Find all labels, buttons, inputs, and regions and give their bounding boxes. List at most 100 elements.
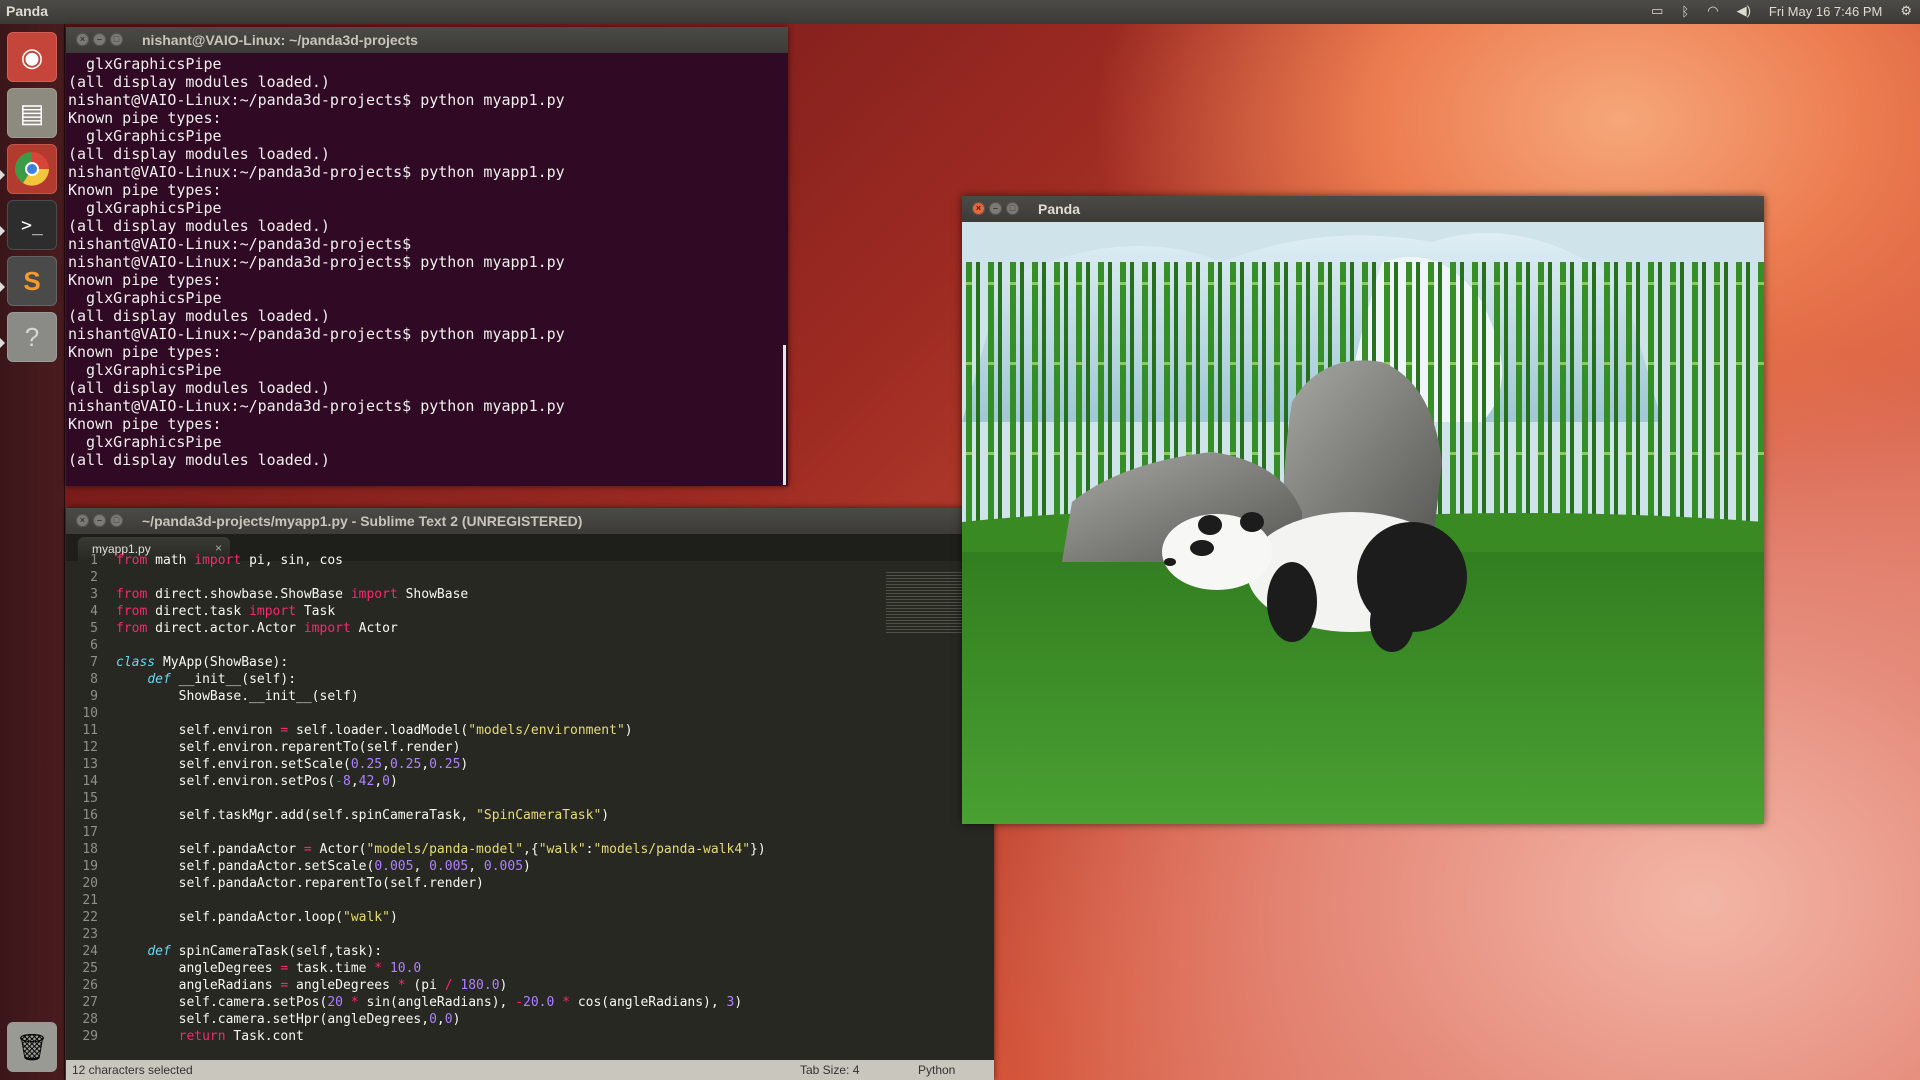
line-number: 15	[82, 791, 98, 806]
terminal-line: nishant@VAIO-Linux:~/panda3d-projects$	[68, 235, 412, 253]
code-text: def spinCameraTask(self,task):	[147, 944, 383, 959]
syntax-indicator[interactable]: Python	[918, 1063, 955, 1077]
code-text: self.camera.setHpr(angleDegrees,0,0)	[178, 1012, 461, 1027]
line-number: 1	[90, 553, 98, 568]
indicator-area: ▭ ᛒ ◠ ◀) Fri May 16 7:46 PM ⚙	[1651, 3, 1912, 19]
code-line: 14 self.environ.setPos(-8,42,0)	[66, 773, 994, 790]
terminal-line: (all display modules loaded.)	[68, 307, 330, 325]
code-line: 1 from math import pi, sin, cos	[66, 552, 994, 569]
code-line: 22 self.pandaActor.loop("walk")	[66, 909, 994, 926]
clock[interactable]: Fri May 16 7:46 PM	[1769, 4, 1882, 19]
selection-status: 12 characters selected	[72, 1063, 193, 1077]
code-text: self.environ.setScale(0.25,0.25,0.25)	[178, 757, 469, 772]
code-text: from direct.actor.Actor import Actor	[116, 621, 398, 636]
code-line: 6	[66, 637, 994, 654]
sublime-window[interactable]: × – □ ~/panda3d-projects/myapp1.py - Sub…	[66, 508, 994, 1080]
terminal-line: (all display modules loaded.)	[68, 379, 330, 397]
terminal-icon[interactable]: >_	[7, 200, 57, 250]
tab-size-indicator[interactable]: Tab Size: 4	[800, 1063, 859, 1077]
code-text: self.pandaActor.reparentTo(self.render)	[178, 876, 484, 891]
dash-home-icon[interactable]: ◉	[7, 32, 57, 82]
chrome-logo	[15, 152, 49, 186]
running-indicator	[0, 338, 5, 348]
close-icon[interactable]: ×	[76, 33, 89, 46]
code-text: angleRadians = angleDegrees * (pi / 180.…	[116, 978, 508, 993]
code-line: 23	[66, 926, 994, 943]
maximize-icon[interactable]: □	[110, 514, 123, 527]
maximize-icon[interactable]: □	[1006, 202, 1019, 215]
code-editor[interactable]: 1 from math import pi, sin, cos 2 3 from dir…	[66, 552, 994, 1060]
code-line: 15	[66, 790, 994, 807]
code-text: self.pandaActor.setScale(0.005, 0.005, 0…	[178, 859, 531, 874]
terminal-line: nishant@VAIO-Linux:~/panda3d-projects$ p…	[68, 91, 565, 109]
code-line: 29 return Task.cont	[66, 1028, 994, 1045]
minimize-icon[interactable]: –	[989, 202, 1002, 215]
minimize-icon[interactable]: –	[93, 514, 106, 527]
minimize-icon[interactable]: –	[93, 33, 106, 46]
code-text: self.pandaActor = Actor("models/panda-mo…	[178, 842, 766, 857]
wifi-icon[interactable]: ◠	[1707, 3, 1718, 19]
code-line: 11 self.environ = self.loader.loadModel(…	[66, 722, 994, 739]
close-icon[interactable]: ×	[76, 514, 89, 527]
line-number: 24	[82, 944, 98, 959]
sublime-title: ~/panda3d-projects/myapp1.py - Sublime T…	[142, 513, 583, 529]
terminal-line: nishant@VAIO-Linux:~/panda3d-projects$ p…	[68, 163, 565, 181]
terminal-line: nishant@VAIO-Linux:~/panda3d-projects$ p…	[68, 325, 565, 343]
terminal-line: nishant@VAIO-Linux:~/panda3d-projects$ p…	[68, 397, 565, 415]
sublime-titlebar[interactable]: × – □ ~/panda3d-projects/myapp1.py - Sub…	[66, 508, 994, 534]
line-number: 17	[82, 825, 98, 840]
code-line: 10	[66, 705, 994, 722]
trash-icon[interactable]: 🗑	[7, 1022, 57, 1072]
code-line: 17	[66, 824, 994, 841]
line-number: 8	[90, 672, 98, 687]
minimap[interactable]	[886, 570, 964, 634]
line-number: 22	[82, 910, 98, 925]
panda-window[interactable]: × – □ Panda	[962, 196, 1764, 824]
terminal-scrollbar[interactable]	[783, 345, 786, 485]
line-number: 16	[82, 808, 98, 823]
code-text: ShowBase.__init__(self)	[116, 689, 359, 704]
sublime-text-icon[interactable]: S	[7, 256, 57, 306]
terminal-titlebar[interactable]: × – □ nishant@VAIO-Linux: ~/panda3d-proj…	[66, 27, 788, 53]
maximize-icon[interactable]: □	[110, 33, 123, 46]
terminal-line: (all display modules loaded.)	[68, 451, 330, 469]
line-number: 5	[90, 621, 98, 636]
terminal-line: Known pipe types:	[68, 181, 222, 199]
code-line: 25 angleDegrees = task.time * 10.0	[66, 960, 994, 977]
code-line: 7 class MyApp(ShowBase):	[66, 654, 994, 671]
terminal-window[interactable]: × – □ nishant@VAIO-Linux: ~/panda3d-proj…	[66, 27, 788, 486]
line-number: 9	[90, 689, 98, 704]
code-text: angleDegrees = task.time * 10.0	[116, 961, 422, 976]
terminal-line: Known pipe types:	[68, 109, 222, 127]
code-line: 3 from direct.showbase.ShowBase import Sh…	[66, 586, 994, 603]
code-line: 12 self.environ.reparentTo(self.render)	[66, 739, 994, 756]
code-text: return Task.cont	[178, 1029, 304, 1044]
3d-scene-viewport[interactable]	[962, 222, 1764, 824]
code-line: 18 self.pandaActor = Actor("models/panda…	[66, 841, 994, 858]
line-number: 10	[82, 706, 98, 721]
line-number: 11	[82, 723, 98, 738]
bluetooth-icon[interactable]: ᛒ	[1681, 4, 1689, 19]
battery-icon[interactable]: ▭	[1651, 3, 1663, 19]
line-number: 18	[82, 842, 98, 857]
volume-icon[interactable]: ◀)	[1737, 3, 1751, 19]
files-icon[interactable]: ▤	[7, 88, 57, 138]
line-number: 4	[90, 604, 98, 619]
code-text: class MyApp(ShowBase):	[116, 655, 289, 670]
line-number: 29	[82, 1029, 98, 1044]
line-number: 20	[82, 876, 98, 891]
code-text: self.environ.reparentTo(self.render)	[178, 740, 461, 755]
terminal-line: glxGraphicsPipe	[68, 55, 222, 73]
help-icon[interactable]: ?	[7, 312, 57, 362]
code-text: self.environ.setPos(-8,42,0)	[178, 774, 398, 789]
gear-icon[interactable]: ⚙	[1900, 3, 1912, 19]
code-text: self.camera.setPos(20 * sin(angleRadians…	[178, 995, 743, 1010]
status-bar: 12 characters selected Tab Size: 4 Pytho…	[66, 1060, 994, 1080]
terminal-line: (all display modules loaded.)	[68, 145, 330, 163]
line-number: 7	[90, 655, 98, 670]
panda-titlebar[interactable]: × – □ Panda	[962, 196, 1764, 222]
terminal-output[interactable]: glxGraphicsPipe (all display modules load…	[66, 53, 788, 486]
chrome-icon[interactable]	[7, 144, 57, 194]
code-text: def __init__(self):	[147, 672, 297, 687]
close-icon[interactable]: ×	[972, 202, 985, 215]
